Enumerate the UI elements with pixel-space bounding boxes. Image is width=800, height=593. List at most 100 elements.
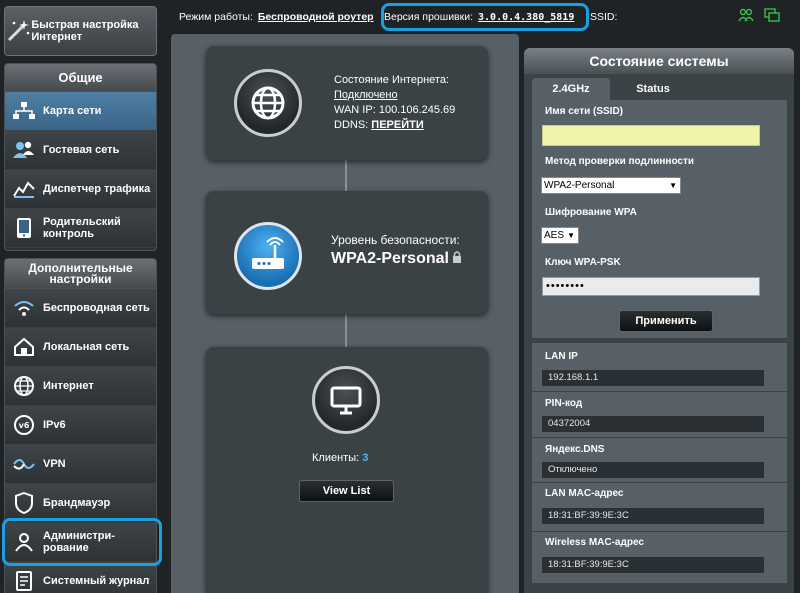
sidebar-item-label: VPN — [43, 458, 66, 470]
administration-icon — [5, 523, 43, 561]
ssid-indicator: SSID: — [590, 11, 622, 23]
operation-mode-link[interactable]: Беспроводной роутер — [258, 11, 374, 23]
magic-wand-icon — [5, 11, 31, 51]
sidebar-item-lan[interactable]: Локальная сеть — [5, 328, 156, 367]
clients-count: 3 — [362, 452, 369, 464]
yandex-dns-label: Яндекс.DNS — [545, 444, 605, 455]
ddns-link[interactable]: ПЕРЕЙТИ — [371, 119, 423, 131]
sidebar-item-administration[interactable]: Администри- рование — [5, 523, 156, 562]
operation-mode-label: Режим работы: — [179, 11, 253, 23]
svg-text:v6: v6 — [19, 421, 30, 430]
general-panel: Общие Карта сети Гостевая сеть Диспетчер… — [4, 63, 157, 251]
sidebar-item-guest-network[interactable]: Гостевая сеть — [5, 131, 156, 170]
sidebar-item-label: Системный журнал — [43, 575, 150, 587]
wpa-encryption-value: AES — [544, 230, 565, 241]
status-icons — [738, 8, 780, 25]
lan-ip-label: LAN IP — [545, 351, 578, 362]
sidebar-item-label: Родительский контроль — [43, 216, 121, 240]
firewall-icon — [5, 484, 43, 522]
sidebar-item-ipv6[interactable]: v6 IPv6 — [5, 406, 156, 445]
sidebar-item-vpn[interactable]: VPN — [5, 445, 156, 484]
wpa-psk-input[interactable]: •••••••• — [542, 277, 760, 296]
pin-label: PIN-код — [545, 398, 583, 409]
auth-method-value: WPA2-Personal — [544, 180, 615, 191]
lan-icon — [5, 328, 43, 366]
ddns-label: DDNS: — [334, 119, 369, 131]
operation-mode: Режим работы: Беспроводной роутер — [179, 11, 374, 23]
sidebar-item-parental-control[interactable]: Родительский контроль — [5, 209, 156, 248]
pin-value: 04372004 — [542, 416, 764, 432]
clients-status-icon[interactable] — [738, 8, 754, 25]
parental-control-icon — [5, 209, 43, 247]
internet-status-link[interactable]: Подключено — [334, 89, 455, 101]
sidebar-item-label: Интернет — [43, 380, 94, 392]
sidebar-item-label: Беспроводная сеть — [43, 302, 150, 314]
sidebar-item-label: Гостевая сеть — [43, 144, 120, 156]
wan-ip-label: WAN IP: — [334, 104, 376, 116]
wan-ip-value: 100.106.245.69 — [378, 104, 456, 116]
lan-ip-value: 192.168.1.1 — [542, 370, 764, 386]
guest-network-icon — [5, 131, 43, 169]
quick-setup-label: Быстрая настройка Интернет — [31, 19, 139, 43]
sidebar-item-wireless[interactable]: Беспроводная сеть — [5, 289, 156, 328]
sidebar-item-label: Администри- рование — [43, 530, 115, 554]
traffic-manager-icon — [5, 170, 43, 208]
lan-mac-label: LAN MAC-адрес — [545, 488, 624, 499]
topbar: Режим работы: Беспроводной роутер Версия … — [170, 0, 800, 32]
internet-icon — [5, 367, 43, 405]
internet-status-label: Состояние Интернета: — [334, 74, 449, 86]
firmware-label: Версия прошивки: — [384, 11, 474, 23]
sidebar-item-internet[interactable]: Интернет — [5, 367, 156, 406]
globe-icon[interactable] — [234, 69, 302, 137]
wpa-encryption-label: Шифрование WPA — [545, 207, 637, 218]
security-info: Уровень безопасности: WPA2-Personal — [331, 233, 462, 268]
sidebar-item-label: Карта сети — [43, 105, 102, 117]
sidebar-item-network-map[interactable]: Карта сети — [5, 92, 156, 131]
ipv6-icon: v6 — [5, 406, 43, 444]
system-status-title: Состояние системы — [524, 48, 794, 74]
yandex-dns-value: Отключено — [542, 462, 764, 478]
monitor-icon[interactable] — [312, 366, 380, 434]
firmware-version: Версия прошивки: 3.0.0.4.380_5819 — [384, 11, 574, 23]
internet-info: Состояние Интернета: Подключено WAN IP: … — [334, 74, 455, 134]
general-title: Общие — [5, 64, 156, 92]
view-list-button[interactable]: View List — [299, 480, 394, 502]
wireless-mac-label: Wireless MAC-адрес — [545, 537, 644, 548]
sidebar-item-firewall[interactable]: Брандмауэр — [5, 484, 156, 523]
ssid-label: SSID: — [590, 11, 618, 23]
ssid-input[interactable] — [542, 125, 760, 146]
sidebar-item-label: IPv6 — [43, 419, 66, 431]
sidebar-item-label: Брандмауэр — [43, 497, 111, 509]
sidebar-item-label: Локальная сеть — [43, 341, 130, 353]
wireless-icon — [5, 289, 43, 327]
clients-label: Клиенты: — [312, 452, 360, 464]
firmware-link[interactable]: 3.0.0.4.380_5819 — [478, 12, 574, 23]
clients-info: Клиенты: 3 — [312, 452, 368, 464]
connector-line — [345, 160, 347, 192]
wpa-encryption-select[interactable]: AES ▼ — [541, 227, 579, 244]
sidebar-item-label: Диспетчер трафика — [43, 183, 151, 195]
vpn-icon — [5, 445, 43, 483]
internet-status-icon[interactable] — [764, 8, 780, 25]
system-log-icon — [5, 562, 43, 593]
quick-setup-button[interactable]: Быстрая настройка Интернет — [4, 6, 157, 56]
sidebar: Быстрая настройка Интернет Общие Карта с… — [0, 0, 162, 593]
security-label: Уровень безопасности: — [331, 233, 460, 247]
dropdown-arrow-icon: ▼ — [669, 181, 677, 190]
sidebar-item-traffic-manager[interactable]: Диспетчер трафика — [5, 170, 156, 209]
lock-icon — [452, 250, 462, 268]
security-value: WPA2-Personal — [331, 250, 449, 267]
wpa-psk-label: Ключ WPA-PSK — [545, 257, 621, 268]
tab-2-4ghz[interactable]: 2.4GHz — [532, 78, 610, 100]
ssid-field-label: Имя сети (SSID) — [545, 106, 624, 117]
wireless-mac-value: 18:31:BF:39:9E:3C — [542, 557, 764, 573]
advanced-title: Дополнительные настройки — [5, 259, 156, 289]
apply-button[interactable]: Применить — [619, 310, 713, 332]
sidebar-item-system-log[interactable]: Системный журнал — [5, 562, 156, 593]
auth-method-select[interactable]: WPA2-Personal ▼ — [541, 177, 681, 194]
network-map-icon — [5, 92, 43, 130]
tab-status[interactable]: Status — [614, 78, 692, 100]
auth-method-label: Метод проверки подлинности — [545, 156, 695, 167]
router-icon[interactable] — [234, 222, 302, 290]
advanced-panel: Дополнительные настройки Беспроводная се… — [4, 258, 157, 593]
